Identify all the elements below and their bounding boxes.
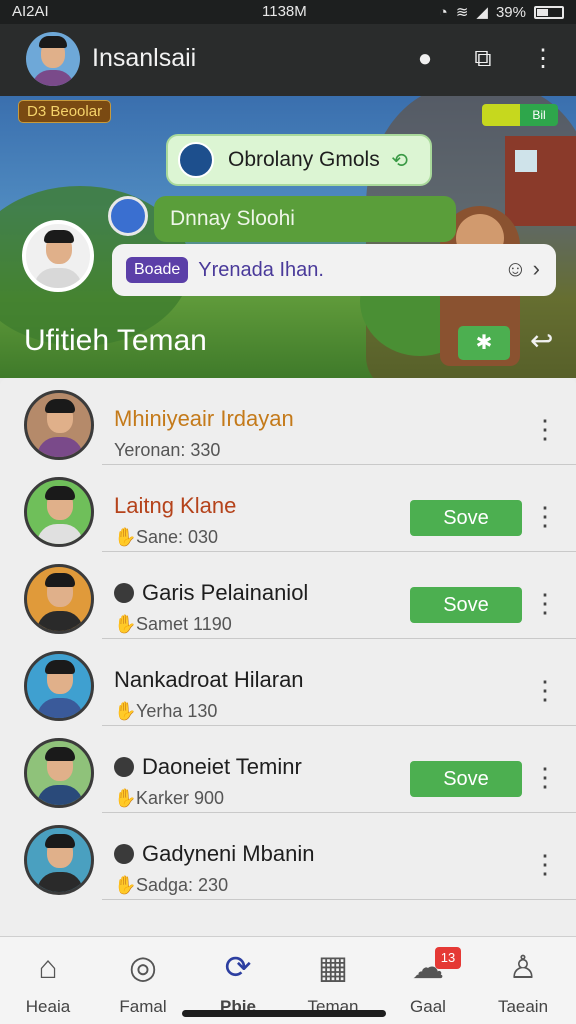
emoji-icon: ✋ [114,614,137,634]
battery-percent: 39% [495,3,526,21]
friend-status: ✋Yerha 130 [114,701,218,721]
sender-pill: Boade [126,257,189,283]
more-options-icon[interactable]: ⋮ [532,590,558,620]
curved-arrow-icon[interactable]: ↩ [530,324,553,357]
friend-row[interactable]: Nankadroat Hilaran ✋Yerha 130 ⋮ [0,639,576,726]
friend-avatar[interactable] [24,477,94,547]
home-icon: ⌂ [38,949,58,985]
nav-friends[interactable]: ▦ Teman [288,947,378,1017]
chat-bubble-top[interactable]: Obrolany Gmols ⟲ [166,134,432,186]
friend-row[interactable]: Laitng Klane ✋Sane: 030 Sove ⋮ [0,465,576,552]
bubble-avatar [178,142,214,178]
refresh-icon: ⟳ [224,949,252,985]
more-menu-icon[interactable]: ⋮ [528,44,558,74]
more-options-icon[interactable]: ⋮ [532,851,558,881]
notification-badge: 13 [435,947,461,969]
friend-avatar[interactable] [24,390,94,460]
nav-explore[interactable]: ◎ Famal [98,947,188,1017]
save-button[interactable]: Sove [410,761,522,797]
hero-banner: D3 Beoolar Bil Obrolany Gmols ⟲ Dnnay Sl… [0,96,576,378]
wifi-icon: ≋ [455,4,469,21]
app-title: Insanlsaii [92,44,197,72]
save-button[interactable]: Sove [410,587,522,623]
friend-name: Daoneiet Teminr [114,754,302,780]
friend-name: Mhiniyeair Irdayan [114,406,294,431]
main-avatar [22,220,94,292]
friend-row[interactable]: Mhiniyeair Irdayan Yeronan: 330 ⋮ [0,378,576,465]
battery-icon [534,5,564,19]
friend-row[interactable]: Garis Pelainaniol ✋Samet 1190 Sove ⋮ [0,552,576,639]
more-options-icon[interactable]: ⋮ [532,764,558,794]
friend-name: Nankadroat Hilaran [114,667,304,692]
sync-icon: ⟲ [391,150,408,172]
emoji-icon: ✋ [114,788,137,808]
home-indicator [182,1010,386,1017]
friend-status: Yeronan: 330 [114,440,221,460]
friend-avatar[interactable] [24,738,94,808]
friend-avatar[interactable] [24,825,94,895]
grid-icon: ▦ [317,949,349,985]
friend-avatar[interactable] [24,564,94,634]
alarm-icon: ◔ [438,3,448,21]
compass-icon: ◎ [129,949,157,985]
small-avatar [108,196,148,236]
app-bar: Insanlsaii ● ⧉ ⋮ [0,24,576,96]
mini-avatar-icon [114,844,134,864]
friend-status: ✋Sane: 030 [114,527,219,547]
toggle-badge[interactable]: Bil [482,104,558,126]
friend-name: Laitng Klane [114,493,237,518]
chat-bubble-message[interactable]: Boade Yrenada Ihan. ☺ › [112,244,556,296]
friend-name: Gadyneni Mbanin [114,841,314,867]
mini-avatar-icon [114,757,134,777]
profile-avatar[interactable] [26,32,80,86]
nav-home[interactable]: ⌂ Heaia [3,947,93,1017]
status-bar: AI2AI 1138M ◔ ≋ ◢ 39% [0,0,576,24]
gear-icon: ✱ [475,332,493,354]
friend-status: ✋Karker 900 [114,788,225,808]
more-options-icon[interactable]: ⋮ [532,416,558,446]
friend-avatar[interactable] [24,651,94,721]
emoji-arrow-icon[interactable]: ☺ › [504,256,540,282]
chat-bubble-green[interactable]: Dnnay Sloohi [154,196,456,242]
share-icon[interactable]: ⧉ [468,44,498,74]
save-button[interactable]: Sove [410,500,522,536]
nav-active[interactable]: ⟳ Pbie [193,947,283,1017]
emoji-icon: ✋ [114,527,137,547]
friend-row[interactable]: Gadyneni Mbanin ✋Sadga: 230 ⋮ [0,813,576,900]
user-icon: ♙ [508,949,538,985]
friend-name: Garis Pelainaniol [114,580,308,606]
status-clock: 1138M [262,3,307,20]
page-title: Ufitieh Teman [24,324,207,357]
friend-row[interactable]: Daoneiet Teminr ✋Karker 900 Sove ⋮ [0,726,576,813]
more-options-icon[interactable]: ⋮ [532,677,558,707]
emoji-icon: ✋ [114,875,137,895]
mini-avatar-icon [114,583,134,603]
friend-status: ✋Sadga: 230 [114,875,229,895]
spy-icon[interactable]: ● [410,44,440,74]
friend-status: ✋Samet 1190 [114,614,232,634]
nav-profile[interactable]: ♙ Taeain [478,947,568,1017]
badge-label: D3 Beoolar [18,100,112,123]
friend-list: Mhiniyeair Irdayan Yeronan: 330 ⋮ Laitng Kl… [0,378,576,936]
emoji-icon: ✋ [114,701,137,721]
settings-button[interactable]: ✱ [458,326,510,360]
more-options-icon[interactable]: ⋮ [532,503,558,533]
nav-chat[interactable]: ☁ 13 Gaal [383,947,473,1017]
signal-icon: ◢ [476,4,488,21]
carrier-label: AI2AI [12,3,49,20]
